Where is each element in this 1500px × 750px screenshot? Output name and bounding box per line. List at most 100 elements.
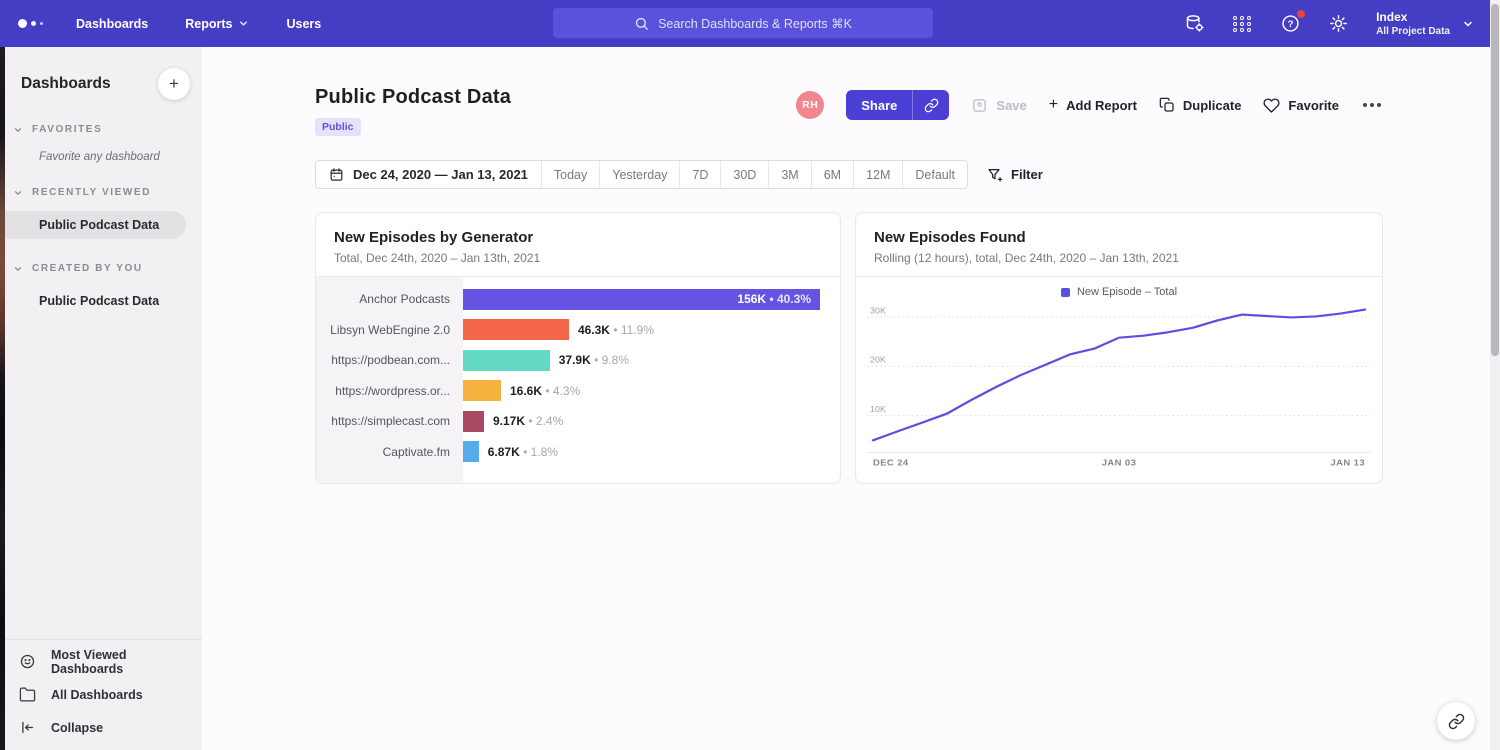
recent-section-header[interactable]: RECENTLY VIEWED bbox=[0, 187, 202, 198]
date-range-picker[interactable]: Dec 24, 2020 — Jan 13, 2021 bbox=[316, 161, 542, 188]
date-preset-default[interactable]: Default bbox=[903, 161, 967, 188]
duplicate-label: Duplicate bbox=[1183, 98, 1242, 113]
date-preset-3m[interactable]: 3M bbox=[769, 161, 811, 188]
nav-right-cluster: ? Index All Project Data bbox=[1184, 10, 1474, 37]
nav-item-dashboards[interactable]: Dashboards bbox=[76, 17, 148, 31]
bar-segment[interactable] bbox=[463, 350, 550, 371]
duplicate-button[interactable]: Duplicate bbox=[1159, 97, 1242, 113]
svg-text:?: ? bbox=[1288, 19, 1294, 30]
add-dashboard-button[interactable]: + bbox=[158, 68, 190, 100]
bar-category-label: Anchor Podcasts bbox=[316, 292, 463, 306]
collapse-sidebar-button[interactable]: Collapse bbox=[0, 711, 202, 744]
app-logo-icon[interactable] bbox=[18, 19, 62, 28]
page-title: Public Podcast Data bbox=[315, 86, 511, 109]
main-content: Public Podcast Data Public RH Share Save bbox=[202, 47, 1490, 750]
bar-value-label: 16.6K • 4.3% bbox=[510, 384, 580, 398]
chevron-down-icon bbox=[13, 125, 23, 135]
save-button[interactable]: Save bbox=[971, 97, 1026, 114]
link-icon bbox=[924, 98, 939, 113]
bar-segment[interactable] bbox=[463, 441, 479, 462]
date-preset-yesterday[interactable]: Yesterday bbox=[600, 161, 680, 188]
sidebar-item-public-podcast-data-created[interactable]: Public Podcast Data bbox=[0, 287, 202, 315]
chevron-down-icon bbox=[1462, 18, 1474, 30]
help-icon[interactable]: ? bbox=[1280, 13, 1301, 34]
date-preset-today[interactable]: Today bbox=[542, 161, 600, 188]
sidebar-title: Dashboards bbox=[21, 75, 111, 93]
favorites-section-header[interactable]: FAVORITES bbox=[0, 124, 202, 135]
copy-link-fab[interactable] bbox=[1437, 702, 1475, 740]
bar-category-label: Captivate.fm bbox=[316, 445, 463, 459]
share-button[interactable]: Share bbox=[846, 90, 912, 120]
project-switcher[interactable]: Index All Project Data bbox=[1376, 10, 1474, 37]
line-card-title: New Episodes Found bbox=[874, 229, 1364, 246]
favorites-empty-text: Favorite any dashboard bbox=[0, 151, 202, 163]
bar-category-label: https://simplecast.com bbox=[316, 414, 463, 428]
all-dashboards-button[interactable]: All Dashboards bbox=[0, 678, 202, 711]
link-icon bbox=[1448, 713, 1465, 730]
most-viewed-label: Most Viewed Dashboards bbox=[51, 648, 202, 676]
date-preset-30d[interactable]: 30D bbox=[721, 161, 769, 188]
chart-legend: New Episode – Total bbox=[867, 286, 1371, 298]
title-block: Public Podcast Data Public bbox=[315, 86, 511, 136]
avatar[interactable]: RH bbox=[796, 91, 824, 119]
bar-segment[interactable] bbox=[463, 380, 501, 401]
share-link-button[interactable] bbox=[912, 90, 949, 120]
nav-item-reports[interactable]: Reports bbox=[185, 17, 249, 31]
created-section-label: CREATED BY YOU bbox=[32, 263, 143, 274]
project-switcher-text: Index All Project Data bbox=[1376, 10, 1450, 37]
bar-card-title: New Episodes by Generator bbox=[334, 229, 822, 246]
bar-segment[interactable]: 156K • 40.3% bbox=[463, 289, 820, 310]
data-sources-icon[interactable] bbox=[1184, 13, 1205, 34]
scrollbar-thumb[interactable] bbox=[1491, 4, 1499, 356]
nav-item-users[interactable]: Users bbox=[286, 17, 321, 31]
bar-chart-card: New Episodes by Generator Total, Dec 24t… bbox=[315, 212, 841, 484]
add-report-button[interactable]: + Add Report bbox=[1049, 97, 1137, 113]
chevron-down-icon bbox=[238, 18, 249, 29]
page-scrollbar[interactable] bbox=[1490, 0, 1500, 750]
app-window: Dashboards Reports Users Search Dashboar… bbox=[0, 0, 1500, 750]
chevron-down-icon bbox=[13, 188, 23, 198]
sidebar-item-public-podcast-data[interactable]: Public Podcast Data bbox=[0, 211, 186, 239]
recent-section-label: RECENTLY VIEWED bbox=[32, 187, 151, 198]
duplicate-icon bbox=[1159, 97, 1175, 113]
bar-category-label: Libsyn WebEngine 2.0 bbox=[316, 323, 463, 337]
created-section-header[interactable]: CREATED BY YOU bbox=[0, 263, 202, 274]
sidebar-section-favorites: FAVORITES Favorite any dashboard bbox=[0, 124, 202, 163]
date-preset-12m[interactable]: 12M bbox=[854, 161, 903, 188]
date-range-control: Dec 24, 2020 — Jan 13, 2021 TodayYesterd… bbox=[315, 160, 968, 189]
bar-value-label: 6.87K • 1.8% bbox=[488, 445, 558, 459]
bar-row: https://simplecast.com9.17K • 2.4% bbox=[316, 406, 840, 437]
bar-chart-body: Anchor Podcasts156K • 40.3%Libsyn WebEng… bbox=[316, 277, 840, 483]
filter-button[interactable]: Filter bbox=[987, 167, 1043, 183]
line-chart[interactable]: 10K20K30KDEC 24JAN 03JAN 13 bbox=[867, 301, 1371, 469]
bar-segment[interactable] bbox=[463, 319, 569, 340]
settings-gear-icon[interactable] bbox=[1328, 13, 1349, 34]
search-input[interactable]: Search Dashboards & Reports ⌘K bbox=[553, 8, 933, 38]
favorites-section-label: FAVORITES bbox=[32, 124, 102, 135]
date-preset-7d[interactable]: 7D bbox=[680, 161, 721, 188]
bar-row: Captivate.fm 6.87K • 1.8% bbox=[316, 437, 840, 468]
filter-icon bbox=[987, 167, 1003, 183]
bar-segment[interactable] bbox=[463, 411, 484, 432]
bar-value-label: 46.3K • 11.9% bbox=[578, 323, 654, 337]
y-axis-tick: 20K bbox=[870, 355, 886, 365]
more-options-icon[interactable] bbox=[1361, 99, 1383, 111]
bar-row: https://podbean.com...37.9K • 9.8% bbox=[316, 345, 840, 376]
date-preset-6m[interactable]: 6M bbox=[812, 161, 854, 188]
heart-icon bbox=[1263, 97, 1280, 114]
header-actions: RH Share Save + Add Report bbox=[796, 90, 1383, 120]
y-axis-tick: 30K bbox=[870, 306, 886, 316]
share-button-group: Share bbox=[846, 90, 949, 120]
chevron-down-icon bbox=[13, 264, 23, 274]
bar-row: Anchor Podcasts156K • 40.3% bbox=[316, 284, 840, 315]
date-range-label: Dec 24, 2020 — Jan 13, 2021 bbox=[353, 167, 528, 182]
sidebar: Dashboards + FAVORITES Favorite any dash… bbox=[0, 47, 202, 750]
apps-grid-icon[interactable] bbox=[1232, 13, 1253, 34]
date-presets: TodayYesterday7D30D3M6M12MDefault bbox=[542, 161, 967, 188]
folder-icon bbox=[19, 686, 36, 703]
most-viewed-dashboards-button[interactable]: Most Viewed Dashboards bbox=[0, 645, 202, 678]
date-toolbar: Dec 24, 2020 — Jan 13, 2021 TodayYesterd… bbox=[315, 160, 1383, 189]
bar-row: https://wordpress.or...16.6K • 4.3% bbox=[316, 376, 840, 407]
top-navbar: Dashboards Reports Users Search Dashboar… bbox=[0, 0, 1490, 47]
favorite-button[interactable]: Favorite bbox=[1263, 97, 1339, 114]
